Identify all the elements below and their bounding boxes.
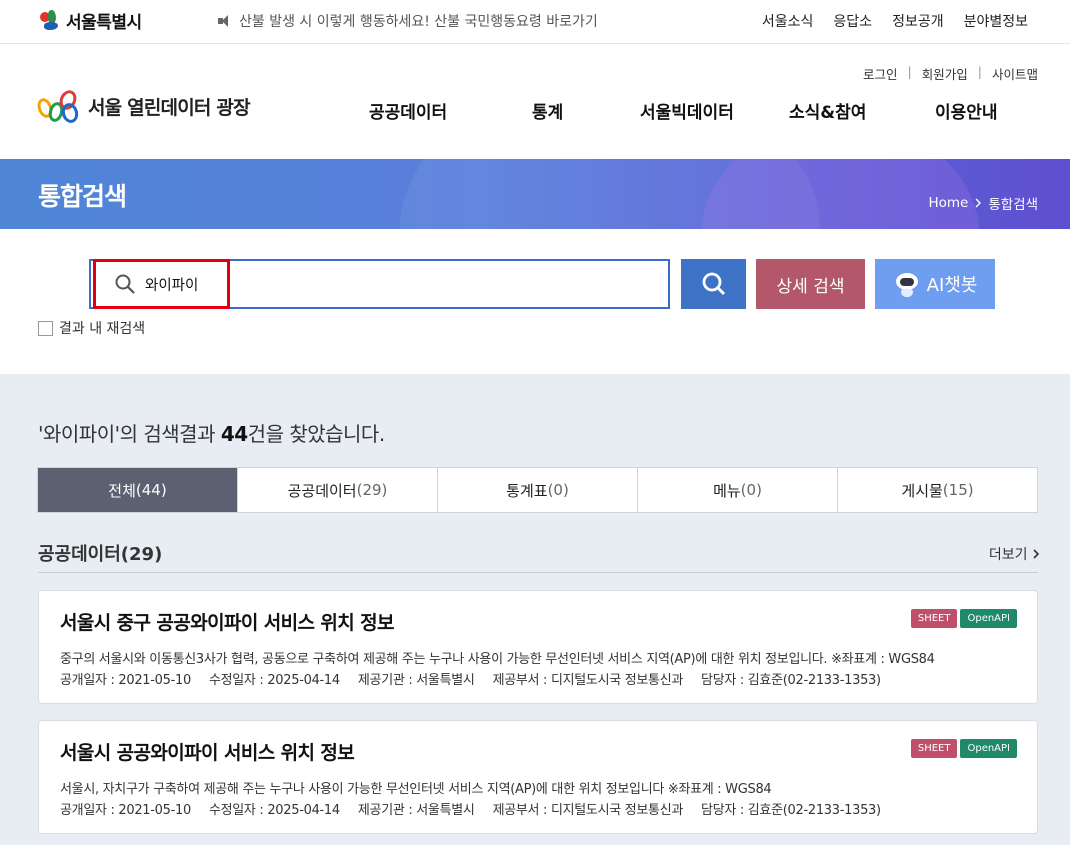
seoul-logo-icon <box>38 9 62 32</box>
result-description: 서울시, 자치구가 구축하여 제공해 주는 누구나 사용이 가능한 무선인터넷 … <box>60 782 772 797</box>
re-search-label: 결과 내 재검색 <box>59 321 146 337</box>
tab-posts[interactable]: 게시물 (15) <box>837 468 1037 512</box>
breadcrumb: Home 통합검색 <box>928 193 1038 213</box>
sitemap-link[interactable]: 사이트맵 <box>992 64 1038 83</box>
divider <box>38 572 1038 573</box>
department: 제공부서 : 디지털도시국 정보통신과 <box>492 803 684 818</box>
nav-usage-guide[interactable]: 이용안내 <box>935 98 998 123</box>
page-title: 통합검색 <box>38 182 127 211</box>
chevron-right-icon <box>975 198 982 208</box>
speaker-icon <box>218 14 234 28</box>
top-nav: 서울소식 응답소 정보공개 분야별정보 <box>762 11 1028 31</box>
search-box <box>89 259 670 309</box>
tab-all[interactable]: 전체 (44) <box>38 468 237 512</box>
breadcrumb-current: 통합검색 <box>988 197 1038 213</box>
format-badges: SHEET OpenAPI <box>910 609 1017 628</box>
re-search-checkbox[interactable] <box>38 320 53 336</box>
search-highlight-box <box>93 259 230 309</box>
open-date: 공개일자 : 2021-05-10 <box>60 803 191 818</box>
notice-text: 산불 발생 시 이렇게 행동하세요! 산불 국민행동요령 바로가기 <box>239 14 598 30</box>
section-title: 공공데이터(29) <box>38 544 163 565</box>
signup-link[interactable]: 회원가입 <box>922 64 968 83</box>
re-search-option[interactable]: 결과 내 재검색 <box>38 318 145 338</box>
result-meta: 공개일자 : 2021-05-10 수정일자 : 2025-04-14 제공기관… <box>60 669 881 688</box>
top-link-response[interactable]: 응답소 <box>833 11 872 31</box>
nav-big-data[interactable]: 서울빅데이터 <box>640 98 789 123</box>
contact: 담당자 : 김효준(02-2133-1353) <box>701 673 881 688</box>
search-icon <box>702 272 725 296</box>
seoul-city-logo[interactable]: 서울특별시 <box>38 8 142 33</box>
tab-menu[interactable]: 메뉴 (0) <box>637 468 837 512</box>
notice-link[interactable]: 산불 발생 시 이렇게 행동하세요! 산불 국민행동요령 바로가기 <box>218 11 598 31</box>
provider: 제공기관 : 서울특별시 <box>357 673 475 688</box>
result-card[interactable]: 서울시 중구 공공와이파이 서비스 위치 정보 SHEET OpenAPI 중구… <box>38 590 1038 704</box>
open-data-logo-icon <box>35 87 82 125</box>
results-section: '와이파이'의 검색결과 44건을 찾았습니다. 전체 (44) 공공데이터 (29… <box>0 374 1070 845</box>
separator: | <box>907 64 912 79</box>
search-button[interactable] <box>681 259 746 309</box>
top-bar: 서울특별시 산불 발생 시 이렇게 행동하세요! 산불 국민행동요령 바로가기 … <box>0 0 1070 44</box>
modified-date: 수정일자 : 2025-04-14 <box>208 803 340 818</box>
ai-chatbot-label: AI챗봇 <box>926 275 978 296</box>
provider: 제공기관 : 서울특별시 <box>357 803 475 818</box>
openapi-badge: OpenAPI <box>960 739 1017 758</box>
site-header: 로그인 | 회원가입 | 사이트맵 서울 열린데이터 광장 공공데이터 통계 서… <box>0 45 1070 159</box>
main-nav: 공공데이터 통계 서울빅데이터 소식&참여 이용안내 <box>369 98 998 123</box>
tab-public-data[interactable]: 공공데이터 (29) <box>237 468 437 512</box>
portal-name: 서울 열린데이터 광장 <box>88 96 251 119</box>
openapi-badge: OpenAPI <box>960 609 1017 628</box>
result-description: 중구의 서울시와 이동통신3사가 협력, 공동으로 구축하여 제공해 주는 누구… <box>60 652 935 667</box>
chevron-right-icon <box>1033 549 1040 559</box>
open-data-logo[interactable]: 서울 열린데이터 광장 <box>35 87 251 125</box>
login-link[interactable]: 로그인 <box>863 64 898 83</box>
sheet-badge: SHEET <box>910 739 958 758</box>
seoul-logo-text: 서울특별시 <box>66 13 142 33</box>
sheet-badge: SHEET <box>910 609 958 628</box>
format-badges: SHEET OpenAPI <box>910 739 1017 758</box>
modified-date: 수정일자 : 2025-04-14 <box>208 673 340 688</box>
result-tabs: 전체 (44) 공공데이터 (29) 통계표 (0) 메뉴 (0) 게시물 (15) <box>37 467 1038 513</box>
tab-stat-tables[interactable]: 통계표 (0) <box>437 468 637 512</box>
search-section: 상세 검색 AI챗봇 결과 내 재검색 <box>0 229 1070 374</box>
top-link-news[interactable]: 서울소식 <box>762 11 814 31</box>
more-link[interactable]: 더보기 <box>989 544 1040 564</box>
nav-news-participation[interactable]: 소식&참여 <box>789 98 935 123</box>
department: 제공부서 : 디지털도시국 정보통신과 <box>492 673 684 688</box>
contact: 담당자 : 김효준(02-2133-1353) <box>701 803 881 818</box>
result-summary: '와이파이'의 검색결과 44건을 찾았습니다. <box>38 422 385 446</box>
top-link-disclosure[interactable]: 정보공개 <box>892 11 944 31</box>
utility-nav: 로그인 | 회원가입 | 사이트맵 <box>863 64 1038 83</box>
result-meta: 공개일자 : 2021-05-10 수정일자 : 2025-04-14 제공기관… <box>60 799 881 818</box>
result-title[interactable]: 서울시 공공와이파이 서비스 위치 정보 <box>60 738 355 765</box>
result-card[interactable]: 서울시 공공와이파이 서비스 위치 정보 SHEET OpenAPI 서울시, … <box>38 720 1038 834</box>
separator: | <box>977 64 982 79</box>
breadcrumb-home[interactable]: Home <box>928 195 968 211</box>
detail-search-button[interactable]: 상세 검색 <box>756 259 865 309</box>
result-title[interactable]: 서울시 중구 공공와이파이 서비스 위치 정보 <box>60 608 395 635</box>
robot-icon <box>893 270 921 298</box>
nav-statistics[interactable]: 통계 <box>532 98 640 123</box>
nav-public-data[interactable]: 공공데이터 <box>369 98 532 123</box>
top-link-field-info[interactable]: 분야별정보 <box>964 11 1028 31</box>
open-date: 공개일자 : 2021-05-10 <box>60 673 191 688</box>
ai-chatbot-button[interactable]: AI챗봇 <box>875 259 995 309</box>
page-banner: 통합검색 Home 통합검색 <box>0 159 1070 229</box>
result-count: 44 <box>220 422 248 446</box>
